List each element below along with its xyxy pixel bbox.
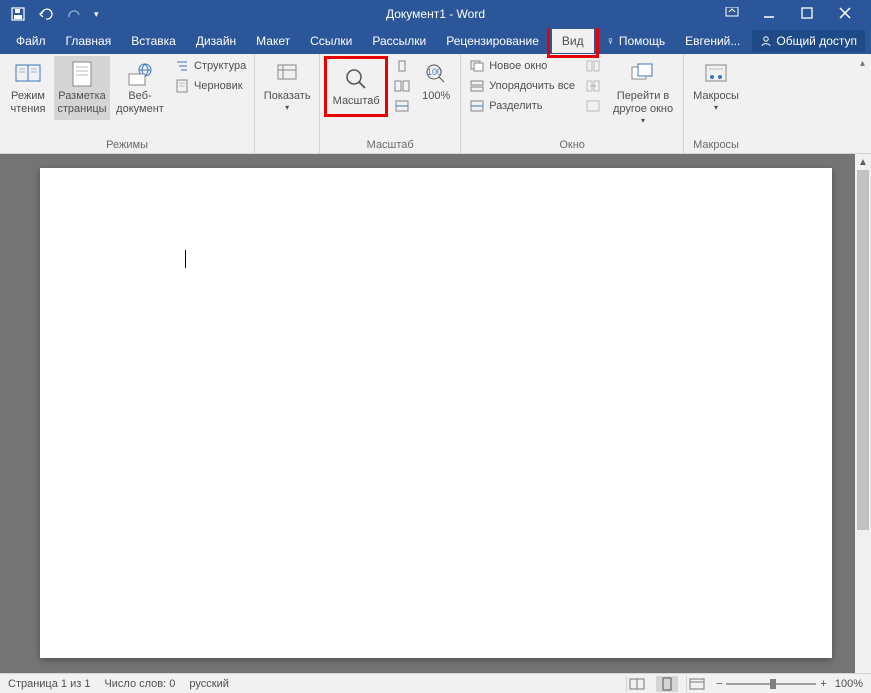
tab-design[interactable]: Дизайн (186, 29, 246, 53)
group-show: Показать ▾ (255, 54, 320, 153)
tab-review[interactable]: Рецензирование (436, 29, 549, 53)
page[interactable] (40, 168, 832, 658)
scrollbar-thumb[interactable] (857, 170, 869, 530)
print-layout-button[interactable]: Разметка страницы (54, 56, 110, 120)
chevron-down-icon: ▾ (641, 116, 645, 126)
share-icon (760, 35, 772, 47)
web-layout-button[interactable]: Веб- документ (112, 56, 168, 120)
collapse-ribbon-icon[interactable]: ▴ (854, 54, 871, 153)
lightbulb-icon: ♀ (606, 34, 615, 48)
read-mode-button[interactable]: Режим чтения (4, 56, 52, 120)
word-count[interactable]: Число слов: 0 (104, 678, 175, 690)
reset-window-icon (585, 98, 601, 114)
arrange-all-button[interactable]: Упорядочить все (465, 76, 579, 96)
macros-icon (702, 60, 730, 88)
group-zoom: Масштаб 100 100% Масштаб (320, 54, 461, 153)
sync-scroll-icon (585, 78, 601, 94)
page-indicator[interactable]: Страница 1 из 1 (8, 678, 90, 690)
group-label: Окно (465, 137, 679, 153)
zoom-100-button[interactable]: 100 100% (416, 56, 456, 107)
arrange-icon (469, 78, 485, 94)
side-by-side-icon (585, 58, 601, 74)
tab-file[interactable]: Файл (6, 29, 56, 53)
web-view-icon[interactable] (686, 676, 708, 692)
tab-insert[interactable]: Вставка (121, 29, 186, 53)
tell-me[interactable]: ♀Помощь (598, 30, 673, 52)
group-label: Масштаб (324, 137, 456, 153)
one-page-icon (394, 58, 410, 74)
zoom-slider[interactable]: − + (716, 678, 827, 690)
view-side-button (581, 56, 605, 76)
zoom-in-icon[interactable]: + (820, 678, 826, 690)
reset-window-button (581, 96, 605, 116)
account-name[interactable]: Евгений... (677, 30, 748, 52)
tab-view[interactable]: Вид (552, 29, 594, 53)
print-layout-icon (68, 60, 96, 88)
draft-icon (174, 78, 190, 94)
maximize-icon[interactable] (801, 7, 815, 21)
switch-windows-icon (629, 60, 657, 88)
tab-layout[interactable]: Макет (246, 29, 300, 53)
tab-home[interactable]: Главная (56, 29, 122, 53)
group-label: Режимы (4, 137, 250, 153)
qat-customize-icon[interactable]: ▾ (94, 9, 99, 20)
highlight-view-tab: Вид (547, 24, 599, 58)
save-icon[interactable] (10, 6, 26, 22)
page-width-button[interactable] (390, 96, 414, 116)
outline-icon (174, 58, 190, 74)
redo-icon[interactable] (66, 6, 82, 22)
minimize-icon[interactable] (763, 7, 777, 21)
new-window-button[interactable]: Новое окно (465, 56, 579, 76)
scroll-up-icon[interactable]: ▲ (855, 154, 871, 170)
undo-icon[interactable] (38, 6, 54, 22)
read-view-icon[interactable] (626, 676, 648, 692)
group-macros: Макросы ▾ Макросы (684, 54, 748, 153)
multi-page-icon (394, 78, 410, 94)
group-label: Макросы (688, 137, 744, 153)
zoom-thumb[interactable] (770, 679, 776, 689)
chevron-down-icon: ▾ (285, 103, 289, 113)
multi-page-button[interactable] (390, 76, 414, 96)
share-button[interactable]: Общий доступ (752, 30, 865, 52)
zoom-level[interactable]: 100% (835, 678, 863, 690)
chevron-down-icon: ▾ (714, 103, 718, 113)
switch-windows-button[interactable]: Перейти в другое окно ▾ (607, 56, 679, 130)
page-width-icon (394, 98, 410, 114)
ribbon-tabs: Файл Главная Вставка Дизайн Макет Ссылки… (0, 28, 871, 54)
web-layout-icon (126, 60, 154, 88)
group-views: Режим чтения Разметка страницы Веб- доку… (0, 54, 255, 153)
sync-scroll-button (581, 76, 605, 96)
group-window: Новое окно Упорядочить все Разделить Пер… (461, 54, 684, 153)
text-cursor (185, 250, 186, 268)
magnifier-icon (342, 65, 370, 93)
outline-button[interactable]: Структура (170, 56, 250, 76)
print-view-icon[interactable] (656, 676, 678, 692)
zoom-track[interactable] (726, 683, 816, 685)
document-area[interactable] (0, 154, 855, 673)
macros-button[interactable]: Макросы ▾ (688, 56, 744, 117)
tab-mailings[interactable]: Рассылки (362, 29, 436, 53)
vertical-scrollbar[interactable]: ▲ (855, 154, 871, 673)
zoom-out-icon[interactable]: − (716, 678, 722, 690)
document-title: Документ1 - Word (386, 7, 485, 21)
read-mode-icon (14, 60, 42, 88)
highlight-zoom-button: Масштаб (324, 56, 388, 117)
draft-button[interactable]: Черновик (170, 76, 250, 96)
split-icon (469, 98, 485, 114)
zoom-100-icon: 100 (422, 60, 450, 88)
show-icon (273, 60, 301, 88)
new-window-icon (469, 58, 485, 74)
ribbon: Режим чтения Разметка страницы Веб- доку… (0, 54, 871, 154)
show-button[interactable]: Показать ▾ (259, 56, 315, 117)
close-icon[interactable] (839, 7, 853, 21)
ribbon-options-icon[interactable] (725, 7, 739, 21)
title-bar: ▾ Документ1 - Word (0, 0, 871, 28)
language-indicator[interactable]: русский (189, 678, 228, 690)
one-page-button[interactable] (390, 56, 414, 76)
tab-references[interactable]: Ссылки (300, 29, 362, 53)
status-bar: Страница 1 из 1 Число слов: 0 русский − … (0, 673, 871, 693)
zoom-button[interactable]: Масштаб (328, 61, 384, 112)
split-button[interactable]: Разделить (465, 96, 579, 116)
